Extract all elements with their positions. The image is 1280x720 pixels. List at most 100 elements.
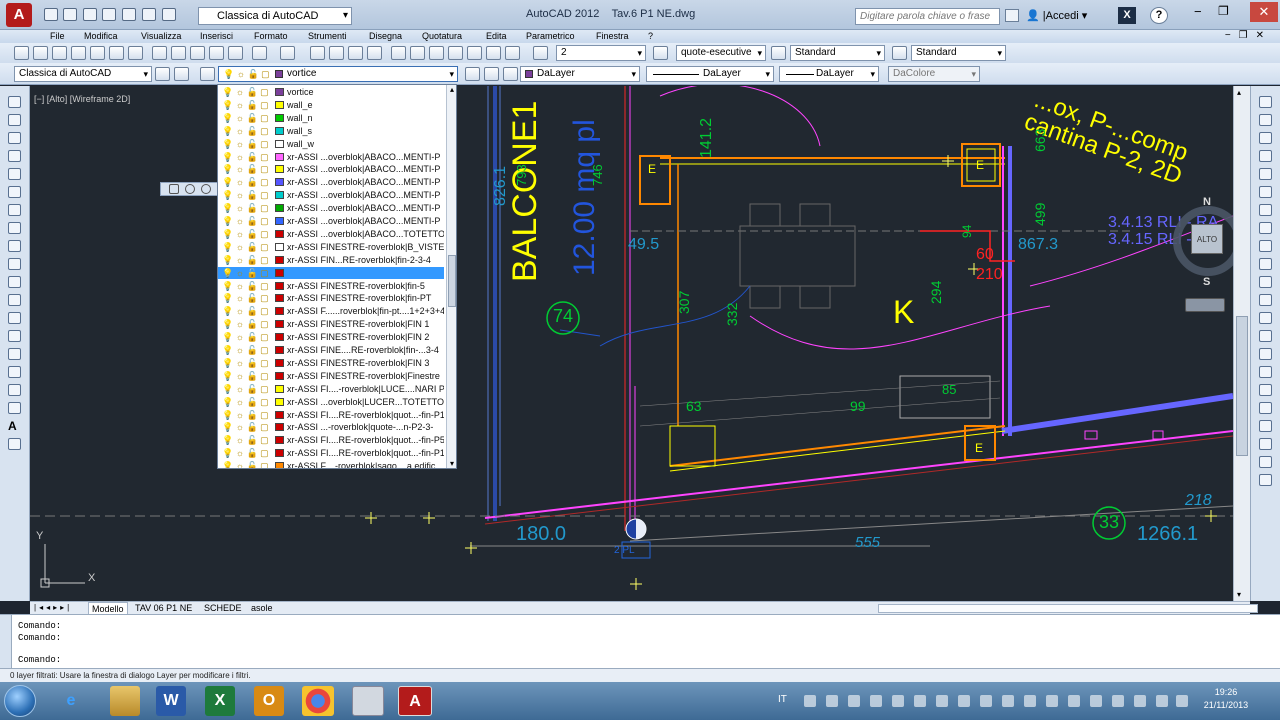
layer-state-icons[interactable]: 💡 ☼ 🔓 ▢ <box>222 331 269 344</box>
tab-schede[interactable]: SCHEDE <box>201 602 245 614</box>
orbit-icon[interactable] <box>185 184 195 194</box>
scroll-up-icon[interactable]: ▴ <box>1237 88 1241 97</box>
vertical-scroll-thumb[interactable] <box>1236 316 1248 456</box>
trim-icon[interactable] <box>1259 258 1272 270</box>
layer-select[interactable]: 💡 ☼ 🔓 ▢ vortice ▾ <box>218 66 458 82</box>
layer-previous-icon[interactable] <box>484 67 499 81</box>
maximize-button[interactable]: ❐ <box>1218 4 1229 18</box>
autocad-taskbar-icon[interactable]: A <box>398 686 432 716</box>
dim-style-icon[interactable] <box>653 46 668 60</box>
tool-extra-icon[interactable] <box>1259 420 1272 432</box>
layer-item[interactable]: 💡 ☼ 🔓 ▢ xr-ASSI FINESTRE-roverblok|fin-5 <box>218 280 444 293</box>
horizontal-scrollbar[interactable] <box>878 604 1258 613</box>
design-center-icon[interactable] <box>410 46 425 60</box>
table-style-icon[interactable] <box>771 46 786 60</box>
menu-help[interactable]: ? <box>648 30 653 42</box>
viewport-icon[interactable] <box>169 184 179 194</box>
new-icon[interactable] <box>14 46 29 60</box>
dim-style-select[interactable]: quote-esecutive ▾ <box>676 45 766 61</box>
layer-state-icons[interactable]: 💡 ☼ 🔓 ▢ <box>222 409 269 422</box>
vertical-scrollbar[interactable]: ▴ ▾ <box>1233 86 1250 601</box>
arc-icon[interactable] <box>8 186 21 198</box>
layer-item[interactable]: 💡 ☼ 🔓 ▢ xr-ASSI FINESTRE-roverblok|FIN 1 <box>218 318 444 331</box>
redo-icon[interactable] <box>162 8 176 21</box>
layer-state-icons[interactable]: 💡 ☼ 🔓 ▢ <box>222 434 269 447</box>
globe-icon[interactable] <box>201 184 211 194</box>
layer-item[interactable]: 💡 ☼ 🔓 ▢ xr-ASSI FIN...RE-roverblok|fin-2-… <box>218 254 444 267</box>
autocad-logo-icon[interactable]: A <box>6 3 32 27</box>
wcs-menu[interactable] <box>1185 298 1225 312</box>
layer-item[interactable]: 💡 ☼ 🔓 ▢ xr-ASSI F....-roverblok|sago....a… <box>218 460 444 468</box>
print-icon[interactable] <box>122 8 136 21</box>
tool-extra-icon[interactable] <box>1259 456 1272 468</box>
workspace-settings-icon[interactable] <box>155 67 170 81</box>
viewcube-face[interactable]: ALTO <box>1191 224 1223 254</box>
layer-state-icons[interactable]: 💡 ☼ 🔓 ▢ <box>222 86 269 99</box>
layer-state-icons[interactable]: 💡 ☼ 🔓 ▢ <box>222 215 269 228</box>
erase-icon[interactable] <box>1259 96 1272 108</box>
construction-line-icon[interactable] <box>8 114 21 126</box>
mleader-style-select[interactable]: Standard ▾ <box>911 45 1006 61</box>
revcloud-icon[interactable] <box>8 222 21 234</box>
layer-item[interactable]: 💡 ☼ 🔓 ▢ xr-ASSI ...overblok|ABACO...MENTI… <box>218 163 444 176</box>
properties-icon[interactable] <box>391 46 406 60</box>
layer-item[interactable]: 💡 ☼ 🔓 ▢ xr-ASSI FINESTRE-roverblok|B_VIST… <box>218 241 444 254</box>
tray-icon[interactable] <box>1090 695 1102 707</box>
outlook-icon[interactable]: O <box>254 686 284 716</box>
lineweight-select[interactable]: DaLayer ▾ <box>779 66 879 82</box>
layer-item[interactable]: 💡 ☼ 🔓 ▢ xr-ASSI FINESTRE-roverblok|FIN 3 <box>218 357 444 370</box>
layer-scrollbar[interactable]: ▴ ▾ <box>446 85 456 468</box>
layer-item[interactable]: 💡 ☼ 🔓 ▢ xr-ASSI ...overblok|ABACO...MENTI… <box>218 189 444 202</box>
tool-extra-icon[interactable] <box>1259 438 1272 450</box>
stretch-icon[interactable] <box>1259 240 1272 252</box>
layer-scroll-thumb[interactable] <box>448 255 456 307</box>
layer-item[interactable]: 💡 ☼ 🔓 ▢ <box>218 266 444 280</box>
explode-icon[interactable] <box>1259 402 1272 414</box>
text-style-icon[interactable] <box>533 46 548 60</box>
layer-state-icons[interactable]: 💡 ☼ 🔓 ▢ <box>222 460 269 468</box>
publish-icon[interactable] <box>109 46 124 60</box>
drawing-canvas[interactable]: [−] [Alto] [Wireframe 2D] Y X BALCONE1 1… <box>30 86 1233 601</box>
exchange-icon[interactable]: X <box>1118 7 1136 24</box>
rectangle-icon[interactable] <box>8 168 21 180</box>
polygon-icon[interactable] <box>8 150 21 162</box>
insert-block-icon[interactable] <box>8 294 21 306</box>
layer-state-icons[interactable]: 💡 ☼ 🔓 ▢ <box>222 125 269 138</box>
scroll-down-icon[interactable]: ▾ <box>448 459 456 468</box>
linetype-select[interactable]: DaLayer ▾ <box>646 66 774 82</box>
preview-icon[interactable] <box>90 46 105 60</box>
paste-icon[interactable] <box>190 46 205 60</box>
save-icon[interactable] <box>52 46 67 60</box>
color-select[interactable]: DaLayer ▾ <box>520 66 640 82</box>
clock[interactable]: 19:26 21/11/2013 <box>1196 686 1256 712</box>
chamfer-icon[interactable] <box>1259 348 1272 360</box>
chrome-icon[interactable] <box>302 686 334 716</box>
tray-icon[interactable] <box>1134 695 1146 707</box>
layer-item[interactable]: 💡 ☼ 🔓 ▢ xr-ASSI FI....RE-roverblok|quot..… <box>218 434 444 447</box>
tab-asole[interactable]: asole <box>248 602 276 614</box>
volume-icon[interactable] <box>1176 695 1188 707</box>
new-file-icon[interactable] <box>44 8 58 21</box>
layer-state-icons[interactable]: 💡 ☼ 🔓 ▢ <box>222 357 269 370</box>
ellipse-icon[interactable] <box>8 258 21 270</box>
tab-tav06[interactable]: TAV 06 P1 NE <box>132 602 195 614</box>
menu-modifica[interactable]: Modifica <box>84 30 118 42</box>
layer-state-icons[interactable]: 💡 ☼ 🔓 ▢ <box>222 280 269 293</box>
layer-item[interactable]: 💡 ☼ 🔓 ▢ wall_s <box>218 125 444 138</box>
pan-icon[interactable] <box>310 46 325 60</box>
make-current-icon[interactable] <box>465 67 480 81</box>
tray-icon[interactable] <box>892 695 904 707</box>
layer-state-icons[interactable]: 💡 ☼ 🔓 ▢ <box>222 318 269 331</box>
bluetooth-icon[interactable] <box>958 695 970 707</box>
mleader-style-icon[interactable] <box>892 46 907 60</box>
tray-icon[interactable] <box>980 695 992 707</box>
add-selected-icon[interactable] <box>8 438 21 450</box>
open-icon[interactable] <box>33 46 48 60</box>
search-icon[interactable] <box>1005 9 1019 22</box>
layer-state-icons[interactable]: 💡 ☼ 🔓 ▢ <box>222 305 269 318</box>
tray-icon[interactable] <box>1002 695 1014 707</box>
language-indicator[interactable]: IT <box>778 694 787 705</box>
plot-icon[interactable] <box>71 46 86 60</box>
block-editor-icon[interactable] <box>228 46 243 60</box>
mirror-icon[interactable] <box>1259 132 1272 144</box>
